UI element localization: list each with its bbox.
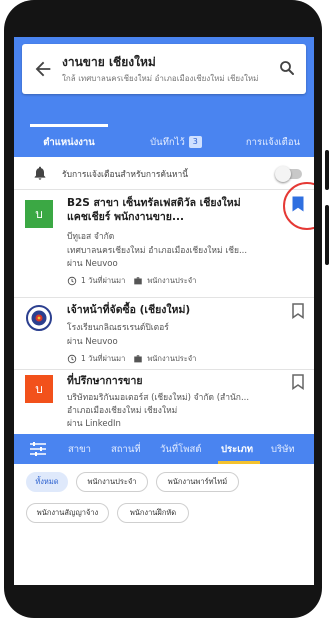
school-logo xyxy=(25,304,53,332)
job-posted: 1 วันที่ผ่านมา xyxy=(81,276,126,285)
search-icon[interactable] xyxy=(278,59,296,77)
chip-intern[interactable]: พนักงานฝึกหัด xyxy=(117,503,189,523)
job-source: ผ่าน Neuvoo xyxy=(67,259,118,269)
job-location: อำเภอเมืองเชียงใหม่ เชียงใหม่ xyxy=(67,406,178,416)
clock-icon xyxy=(67,276,77,286)
chip-contract[interactable]: พนักงานสัญญาจ้าง xyxy=(26,503,109,523)
job-type: พนักงานประจำ xyxy=(147,276,197,285)
tab-jobs-label: ตำแหน่งงาน xyxy=(43,136,95,148)
job-meta: 1 วันที่ผ่านมา พนักงานประจำ xyxy=(67,275,196,287)
company-logo-letter: บ xyxy=(35,206,43,221)
phone-volume-button xyxy=(325,205,329,265)
chip-all[interactable]: ทั้งหมด xyxy=(26,472,68,492)
job-title-line1[interactable]: B2S สาขา เซ็นทรัลเฟสติวัล เชียงใหม่ xyxy=(67,197,241,210)
job-company: บริษัทอมริกันมอเตอร์ส (เชียงใหม่) จำกัด … xyxy=(67,393,250,403)
briefcase-icon xyxy=(134,355,143,363)
chip-part-time[interactable]: พนักงานพาร์ทไทม์ xyxy=(156,472,239,492)
bookmark-outline-icon[interactable] xyxy=(291,374,305,390)
phone-frame: งานขาย เชียงใหม่ ใกล้ เทศบาลนครเชียงใหม่… xyxy=(0,0,334,622)
school-emblem-icon xyxy=(26,305,52,331)
company-logo: บ xyxy=(25,200,53,228)
job-location: เทศบาลนครเชียงใหม่ อำเภอเมืองเชียงใหม่ เ… xyxy=(67,246,248,256)
company-logo: บ xyxy=(25,375,53,403)
job-title-line1[interactable]: เจ้าหน้าที่จัดซื้อ (เชียงใหม่) xyxy=(67,304,190,317)
job-card[interactable]: เจ้าหน้าที่จัดซื้อ (เชียงใหม่) โรงเรียนก… xyxy=(14,298,314,370)
job-posted: 1 วันที่ผ่านมา xyxy=(81,354,126,363)
search-alert-row: รับการแจ้งเตือนสำหรับการค้นหานี้ xyxy=(14,157,314,190)
job-company: บีทูเอส จำกัด xyxy=(67,232,115,242)
job-card[interactable]: บ ที่ปรึกษาการขาย บริษัทอมริกันมอเตอร์ส … xyxy=(14,370,314,434)
filter-location[interactable]: สถานที่ xyxy=(111,434,141,464)
alert-label: รับการแจ้งเตือนสำหรับการค้นหานี้ xyxy=(62,170,189,180)
company-logo-letter: บ xyxy=(35,381,43,396)
chip-full-time[interactable]: พนักงานประจำ xyxy=(76,472,148,492)
tab-alerts-label: การแจ้งเตือน xyxy=(245,136,301,148)
tab-saved[interactable]: บันทึกไว้ 3 xyxy=(134,127,218,157)
bell-icon xyxy=(34,166,46,180)
active-filter-indicator xyxy=(218,461,260,464)
filter-category[interactable]: สาขา xyxy=(68,434,91,464)
job-title-line2[interactable]: แคชเชียร์ พนักงานขาย... xyxy=(67,211,184,224)
job-type: พนักงานประจำ xyxy=(147,354,197,363)
search-query[interactable]: งานขาย เชียงใหม่ xyxy=(62,53,156,72)
phone-power-button xyxy=(325,150,329,190)
job-card[interactable]: บ B2S สาขา เซ็นทรัลเฟสติวัล เชียงใหม่ แค… xyxy=(14,190,314,298)
job-source: ผ่าน Neuvoo xyxy=(67,337,118,347)
app-screen: งานขาย เชียงใหม่ ใกล้ เทศบาลนครเชียงใหม่… xyxy=(14,37,314,585)
job-source: ผ่าน LinkedIn xyxy=(67,419,121,429)
tab-bar: ตำแหน่งงาน บันทึกไว้ 3 การแจ้งเตือน xyxy=(14,127,314,157)
search-location: ใกล้ เทศบาลนครเชียงใหม่ อำเภอเมืองเชียงใ… xyxy=(62,74,259,83)
job-title-line1[interactable]: ที่ปรึกษาการขาย xyxy=(67,375,143,388)
filter-bar: สาขา สถานที่ วันที่โพสต์ ประเภท บริษัท xyxy=(14,434,314,464)
saved-count-badge: 3 xyxy=(188,136,202,148)
search-header: งานขาย เชียงใหม่ ใกล้ เทศบาลนครเชียงใหม่… xyxy=(14,37,314,157)
active-tab-indicator xyxy=(30,124,108,127)
alert-toggle[interactable] xyxy=(275,166,302,182)
tab-alerts[interactable]: การแจ้งเตือน xyxy=(234,127,312,157)
filter-type[interactable]: ประเภท xyxy=(221,434,253,464)
search-box[interactable]: งานขาย เชียงใหม่ ใกล้ เทศบาลนครเชียงใหม่… xyxy=(22,44,306,94)
briefcase-icon xyxy=(134,277,143,285)
job-meta: 1 วันที่ผ่านมา พนักงานประจำ xyxy=(67,353,196,365)
clock-icon xyxy=(67,354,77,364)
back-arrow-icon[interactable] xyxy=(32,58,54,80)
filter-date-posted[interactable]: วันที่โพสต์ xyxy=(160,434,201,464)
tab-saved-label: บันทึกไว้ xyxy=(150,136,185,148)
tab-jobs[interactable]: ตำแหน่งงาน xyxy=(30,127,108,157)
alert-toggle-knob xyxy=(275,166,291,182)
job-company: โรงเรียนกลิณธรเรนด์ปิเตอร์ xyxy=(67,323,169,333)
bookmark-outline-icon[interactable] xyxy=(291,303,305,319)
filter-settings-icon[interactable] xyxy=(30,442,46,456)
filter-company[interactable]: บริษัท xyxy=(271,434,295,464)
